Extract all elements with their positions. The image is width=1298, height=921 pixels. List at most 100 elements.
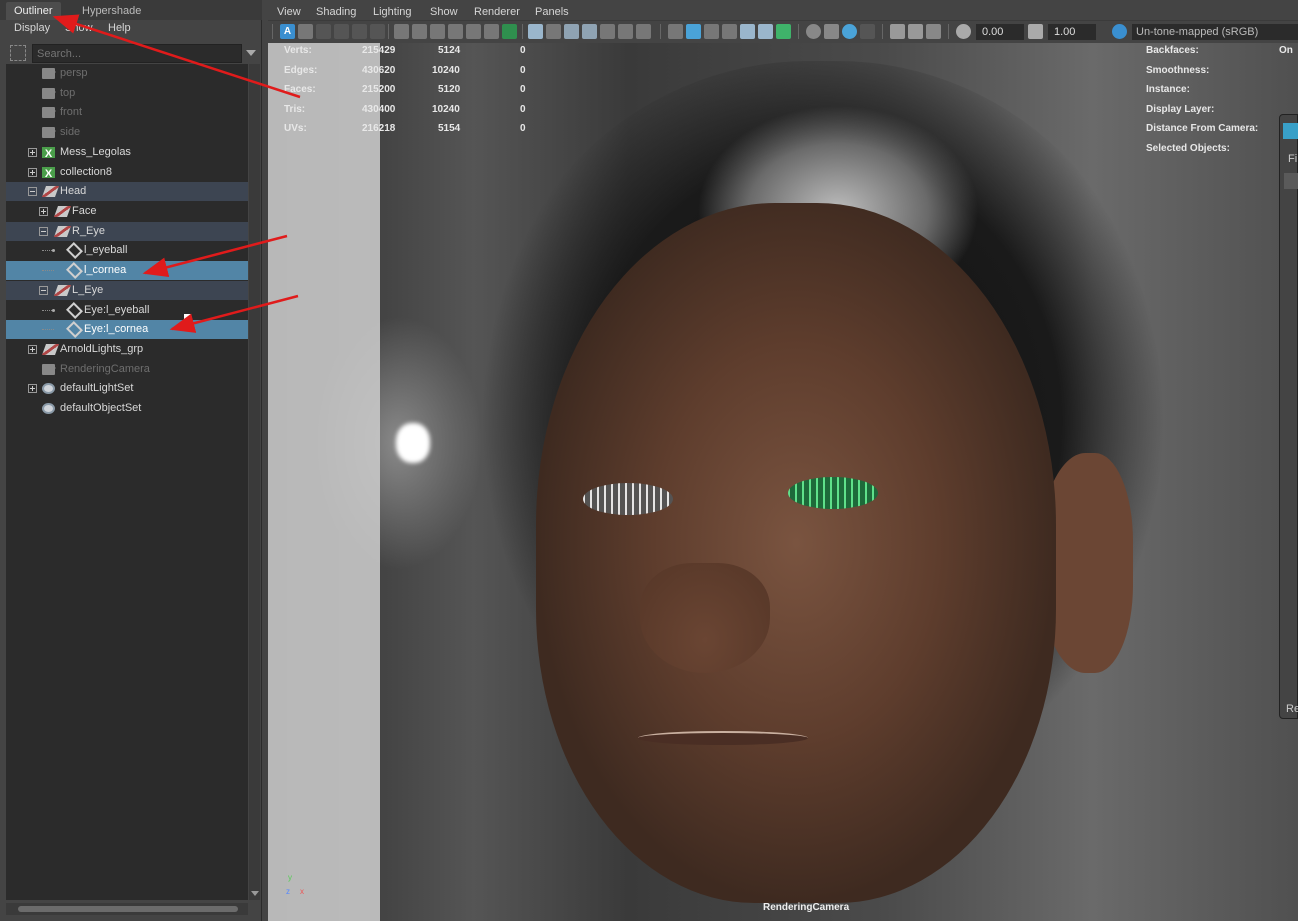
right-cornea-wireframe[interactable]	[583, 483, 673, 515]
pencil-icon[interactable]	[502, 24, 517, 39]
menu-show[interactable]: Show	[430, 6, 458, 18]
menu-shading[interactable]: Shading	[316, 6, 356, 18]
wireframe-on-shaded-icon[interactable]	[722, 24, 737, 39]
menu-panels[interactable]: Panels	[535, 6, 569, 18]
bookmark-icon[interactable]	[448, 24, 463, 39]
isolate-select-icon[interactable]	[890, 24, 905, 39]
film-gate-icon[interactable]	[546, 24, 561, 39]
menu-lighting[interactable]: Lighting	[373, 6, 412, 18]
tab-outliner[interactable]: Outliner	[6, 2, 61, 20]
multisample-aa-icon[interactable]	[842, 24, 857, 39]
tree-item-l-cornea[interactable]: l_cornea	[6, 261, 248, 280]
default-material-icon[interactable]	[704, 24, 719, 39]
2d-pan-icon[interactable]	[352, 24, 367, 39]
tree-item-head[interactable]: Head	[6, 182, 248, 201]
search-dropdown-icon[interactable]	[246, 50, 256, 56]
gate-mask-icon[interactable]	[582, 24, 597, 39]
collapse-icon[interactable]	[28, 187, 37, 196]
tree-item-eye-l-eyeball[interactable]: Eye:l_eyeball	[6, 301, 248, 320]
hud-row-distance: Distance From Camera:	[1146, 123, 1298, 137]
character-head-mesh[interactable]	[536, 203, 1056, 903]
expand-icon[interactable]	[39, 207, 48, 216]
hud-label: Distance From Camera:	[1146, 123, 1259, 134]
tree-item-l-eye[interactable]: L_Eye	[6, 281, 248, 300]
image-plane-icon[interactable]	[334, 24, 349, 39]
xray-active-icon[interactable]	[926, 24, 941, 39]
filter-icon[interactable]	[10, 45, 26, 61]
outliner-vertical-scrollbar[interactable]	[249, 64, 260, 900]
camera-icon[interactable]	[394, 24, 409, 39]
menu-help[interactable]: Help	[108, 22, 131, 34]
window-menu-label[interactable]: Fi	[1288, 153, 1297, 165]
grease-pencil-icon[interactable]	[370, 24, 385, 39]
gamma-icon[interactable]	[1028, 24, 1043, 39]
textured-icon[interactable]	[740, 24, 755, 39]
left-cornea-selected[interactable]	[788, 477, 878, 509]
tree-item-collection8[interactable]: X collection8	[6, 163, 248, 182]
scrollbar-thumb[interactable]	[18, 906, 238, 912]
field-chart-icon[interactable]	[600, 24, 615, 39]
resolution-gate-icon[interactable]	[564, 24, 579, 39]
scroll-down-icon[interactable]	[251, 891, 259, 896]
exposure-field[interactable]: 0.00	[976, 24, 1024, 40]
menu-show[interactable]: Show	[65, 22, 93, 34]
tree-item-top[interactable]: top	[6, 84, 248, 103]
toolbar-separator	[882, 24, 883, 39]
exposure-icon[interactable]	[956, 24, 971, 39]
collapse-icon[interactable]	[39, 227, 48, 236]
menu-display[interactable]: Display	[14, 22, 50, 34]
gamma-field[interactable]: 1.00	[1048, 24, 1096, 40]
expand-icon[interactable]	[28, 345, 37, 354]
floating-window-edge[interactable]: Fi Re	[1279, 114, 1298, 719]
tree-item-mess-legolas[interactable]: X Mess_Legolas	[6, 143, 248, 162]
tree-item-persp[interactable]: persp	[6, 64, 248, 83]
safe-action-icon[interactable]	[636, 24, 651, 39]
tree-item-side[interactable]: side	[6, 123, 248, 142]
camera-lock-icon[interactable]	[412, 24, 427, 39]
xray-icon[interactable]	[484, 24, 499, 39]
tree-item-l-eyeball[interactable]: l_eyeball	[6, 241, 248, 260]
object-set-icon	[42, 403, 55, 414]
menu-view[interactable]: View	[277, 6, 301, 18]
screen-space-ao-icon[interactable]	[806, 24, 821, 39]
outliner-horizontal-scrollbar[interactable]	[6, 903, 248, 915]
tree-item-defaultobjectset[interactable]: defaultObjectSet	[6, 399, 248, 418]
safe-title-icon[interactable]	[618, 24, 633, 39]
wireframe-icon[interactable]	[668, 24, 683, 39]
tree-item-defaultlightset[interactable]: defaultLightSet	[6, 379, 248, 398]
hud-row-smoothness: Smoothness:	[1146, 65, 1298, 79]
expand-icon[interactable]	[28, 384, 37, 393]
axis-x-label: x	[300, 887, 304, 896]
color-management-icon[interactable]	[1112, 24, 1127, 39]
shadows-icon[interactable]	[776, 24, 791, 39]
transform-icon	[53, 285, 72, 296]
smooth-shade-icon[interactable]	[686, 24, 701, 39]
expand-icon[interactable]	[28, 148, 37, 157]
use-all-lights-icon[interactable]	[758, 24, 773, 39]
xray-joints-icon[interactable]	[908, 24, 923, 39]
film-gate-icon[interactable]	[430, 24, 445, 39]
menu-renderer[interactable]: Renderer	[474, 6, 520, 18]
window-button[interactable]	[1284, 173, 1298, 189]
motion-blur-icon[interactable]	[824, 24, 839, 39]
3d-viewport[interactable]: Verts: 215429 5124 0 Edges: 430620 10240…	[268, 43, 1298, 921]
camera-attributes-icon[interactable]	[298, 24, 313, 39]
collapse-icon[interactable]	[39, 286, 48, 295]
safe-action-icon[interactable]	[466, 24, 481, 39]
view-transform-dropdown[interactable]: Un-tone-mapped (sRGB)	[1132, 24, 1298, 40]
tree-item-arnoldlights-grp[interactable]: ArnoldLights_grp	[6, 340, 248, 359]
tree-item-r-eye[interactable]: R_Eye	[6, 222, 248, 241]
tree-item-front[interactable]: front	[6, 103, 248, 122]
expand-icon[interactable]	[28, 168, 37, 177]
depth-of-field-icon[interactable]	[860, 24, 875, 39]
bookmark-icon[interactable]	[316, 24, 331, 39]
tree-item-face[interactable]: Face	[6, 202, 248, 221]
window-footer-label[interactable]: Re	[1286, 703, 1298, 715]
search-input[interactable]	[32, 44, 242, 63]
tree-item-eye-l-cornea[interactable]: Eye:l_cornea	[6, 320, 248, 339]
grid-icon[interactable]	[528, 24, 543, 39]
object-set-icon	[42, 383, 55, 394]
select-camera-icon[interactable]: A	[280, 24, 295, 39]
tab-hypershade[interactable]: Hypershade	[74, 2, 149, 20]
tree-item-renderingcamera[interactable]: RenderingCamera	[6, 360, 248, 379]
